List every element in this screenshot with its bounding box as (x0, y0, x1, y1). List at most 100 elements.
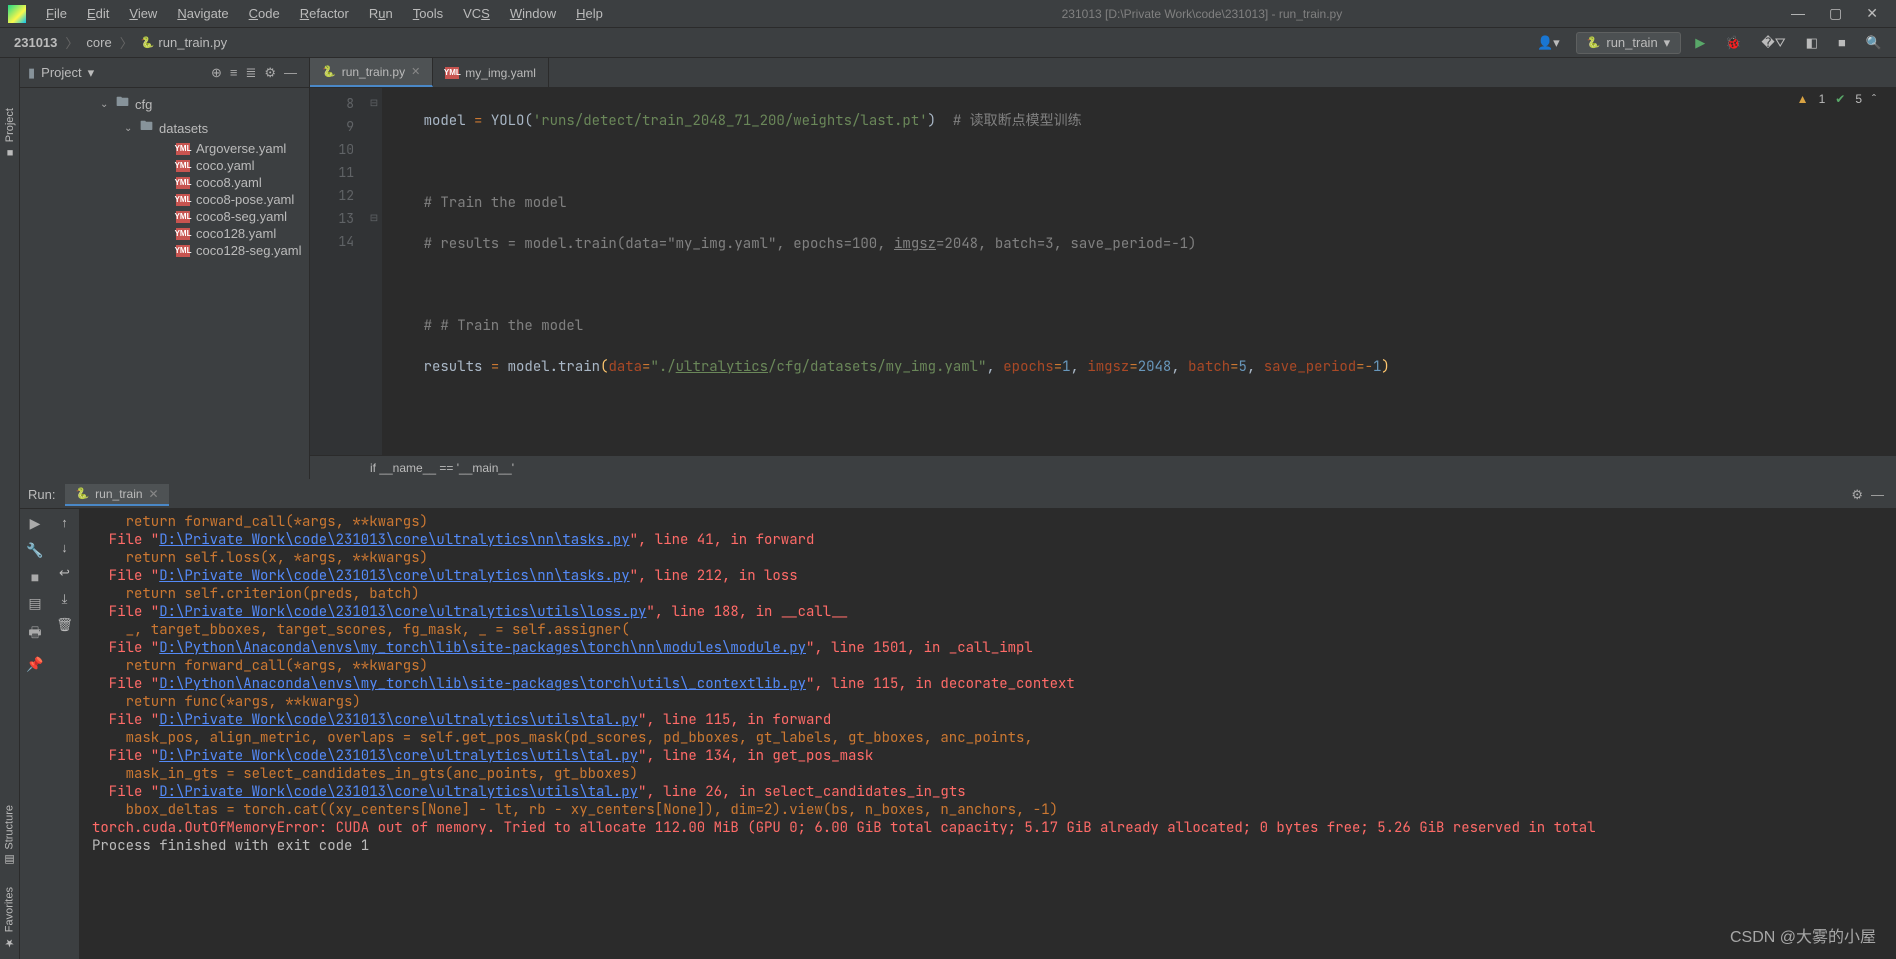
menu-edit[interactable]: Edit (77, 2, 119, 25)
settings-icon[interactable]: ⚙ (260, 63, 280, 83)
window-controls: — ▢ ✕ (1791, 5, 1888, 22)
structure-tool-tab[interactable]: ▤Structure (1, 795, 18, 877)
run-config-selector[interactable]: 🐍 run_train ▾ (1576, 32, 1682, 54)
expand-all-icon[interactable]: ≡ (226, 63, 242, 82)
menu-view[interactable]: View (119, 2, 167, 25)
tree-item-label: cfg (135, 97, 152, 112)
yaml-icon: YML (176, 143, 190, 155)
run-tab[interactable]: 🐍 run_train ✕ (65, 484, 168, 506)
wrench-icon[interactable]: 🔧 (26, 542, 43, 559)
editor-tab-run-train[interactable]: 🐍 run_train.py ✕ (310, 58, 433, 87)
menu-refactor[interactable]: Refactor (290, 2, 359, 25)
breadcrumb-file[interactable]: 🐍run_train.py (135, 33, 233, 52)
navbar: 231013 〉 core 〉 🐍run_train.py 👤▾ 🐍 run_t… (0, 28, 1896, 58)
tree-item[interactable]: ⌄🖿cfg (20, 92, 309, 116)
run-toolbar-inner: ↑ ↓ ↩ ⤓ 🗑 (50, 509, 80, 959)
coverage-button[interactable]: �⛛ (1755, 33, 1791, 53)
tree-item-label: Argoverse.yaml (196, 141, 286, 156)
yaml-icon: YML (176, 177, 190, 189)
editor-tabs: 🐍 run_train.py ✕ YML my_img.yaml (310, 58, 1896, 88)
menu-file[interactable]: File (36, 2, 77, 25)
run-config-label: run_train (1606, 35, 1657, 50)
menu-tools[interactable]: Tools (403, 2, 453, 25)
menu-help[interactable]: Help (566, 2, 613, 25)
run-hide-icon[interactable]: — (1867, 485, 1888, 504)
user-button[interactable]: 👤▾ (1529, 33, 1568, 53)
search-button[interactable]: 🔍 (1860, 33, 1888, 53)
favorites-tool-tab[interactable]: ★Favorites (1, 877, 18, 959)
app-icon (8, 5, 26, 23)
stop-button[interactable]: ■ (31, 569, 39, 585)
menu-window[interactable]: Window (500, 2, 566, 25)
maximize-button[interactable]: ▢ (1829, 5, 1842, 22)
pin-icon[interactable]: 📌 (26, 656, 43, 673)
tree-item[interactable]: YML coco8-seg.yaml (20, 208, 309, 225)
chevron-down-icon: ▾ (88, 65, 95, 81)
soft-wrap-icon[interactable]: ↩ (59, 565, 70, 581)
collapse-all-icon[interactable]: ≣ (241, 63, 260, 83)
tree-item[interactable]: YMLcoco.yaml (20, 157, 309, 174)
console-output[interactable]: return forward_call(*args, **kwargs) Fil… (80, 509, 1896, 959)
python-icon: 🐍 (75, 487, 89, 500)
tree-item[interactable]: YMLcoco8-pose.yaml (20, 191, 309, 208)
run-toolbar-left: ▶ 🔧 ■ ▤ 🖶 📌 (20, 509, 50, 959)
tree-item[interactable]: YMLcoco128-seg.yaml (20, 242, 309, 259)
close-icon[interactable]: ✕ (149, 487, 159, 501)
debug-button[interactable]: 🐞 (1719, 33, 1747, 53)
up-icon[interactable]: ↑ (61, 515, 68, 530)
watermark: CSDN @大雾的小屋 (1730, 923, 1876, 947)
chevron-up-icon[interactable]: ˆ (1872, 92, 1876, 106)
run-settings-icon[interactable]: ⚙ (1847, 485, 1867, 505)
tree-item-label: coco8-seg.yaml (196, 209, 287, 224)
menu-code[interactable]: Code (239, 2, 290, 25)
tree-item-label: datasets (159, 121, 208, 136)
rerun-button[interactable]: ▶ (30, 515, 41, 532)
breadcrumb-root[interactable]: 231013 (8, 33, 63, 52)
clear-icon[interactable]: 🗑 (56, 617, 73, 633)
folder-icon: 🖿 (140, 117, 153, 139)
fold-gutter: ⊟⊟ (366, 88, 382, 455)
menu-vcs[interactable]: VCS (453, 2, 500, 25)
python-icon: 🐍 (1587, 36, 1601, 49)
check-icon: ✔ (1835, 92, 1845, 106)
breadcrumb-core[interactable]: core (80, 33, 117, 52)
menu-run[interactable]: Run (359, 2, 403, 25)
tree-item[interactable]: ⌄🖿datasets (20, 116, 309, 140)
close-icon[interactable]: ✕ (411, 65, 420, 78)
down-icon[interactable]: ↓ (61, 540, 68, 555)
line-gutter: 891011121314 (310, 88, 366, 455)
project-tool-tab[interactable]: ■Project (2, 98, 18, 168)
locate-icon[interactable]: ⊕ (207, 63, 226, 83)
run-header: Run: 🐍 run_train ✕ ⚙ — (20, 481, 1896, 509)
code-area[interactable]: model = YOLO('runs/detect/train_2048_71_… (382, 88, 1896, 455)
window-title: 231013 [D:\Private Work\code\231013] - r… (613, 7, 1791, 21)
python-icon: 🐍 (141, 36, 155, 49)
inspection-hints[interactable]: ▲1 ✔5 ˆ (1797, 92, 1876, 106)
hide-icon[interactable]: — (280, 63, 301, 82)
warning-icon: ▲ (1797, 92, 1809, 106)
tree-item-label: coco8.yaml (196, 175, 262, 190)
tree-item[interactable]: YML coco8.yaml (20, 174, 309, 191)
breadcrumb-sep: 〉 (118, 33, 135, 52)
tree-item[interactable]: YMLcoco128.yaml (20, 225, 309, 242)
editor-body[interactable]: 891011121314 ⊟⊟ model = YOLO('runs/detec… (310, 88, 1896, 455)
stop-button[interactable]: ■ (1832, 33, 1852, 52)
tree-item-label: coco.yaml (196, 158, 255, 173)
chevron-down-icon: ▾ (1664, 35, 1671, 51)
close-button[interactable]: ✕ (1866, 5, 1878, 22)
scroll-end-icon[interactable]: ⤓ (62, 591, 68, 607)
project-pane: ▮ Project ▾ ⊕ ≡ ≣ ⚙ — ⌄🖿cfg⌄🖿datasetsYML… (20, 58, 310, 479)
run-tool-window: Run: 🐍 run_train ✕ ⚙ — ▶ 🔧 ■ ▤ 🖶 📌 (20, 479, 1896, 959)
minimize-button[interactable]: — (1791, 5, 1805, 22)
run-button[interactable]: ▶ (1689, 33, 1711, 53)
editor-breadcrumb[interactable]: if __name__ == '__main__' (310, 455, 1896, 479)
editor-tab-my-img[interactable]: YML my_img.yaml (433, 58, 549, 87)
layout-icon[interactable]: ▤ (28, 595, 41, 612)
print-icon[interactable]: 🖶 (28, 622, 41, 646)
profile-button[interactable]: ◧ (1800, 33, 1824, 53)
tree-item[interactable]: YML Argoverse.yaml (20, 140, 309, 157)
project-tree[interactable]: ⌄🖿cfg⌄🖿datasetsYMLArgoverse.yamlYMLcoco.… (20, 88, 309, 479)
yaml-icon: YML (176, 211, 190, 223)
menu-navigate[interactable]: Navigate (167, 2, 238, 25)
project-view-selector[interactable]: ▮ Project ▾ (28, 65, 94, 81)
